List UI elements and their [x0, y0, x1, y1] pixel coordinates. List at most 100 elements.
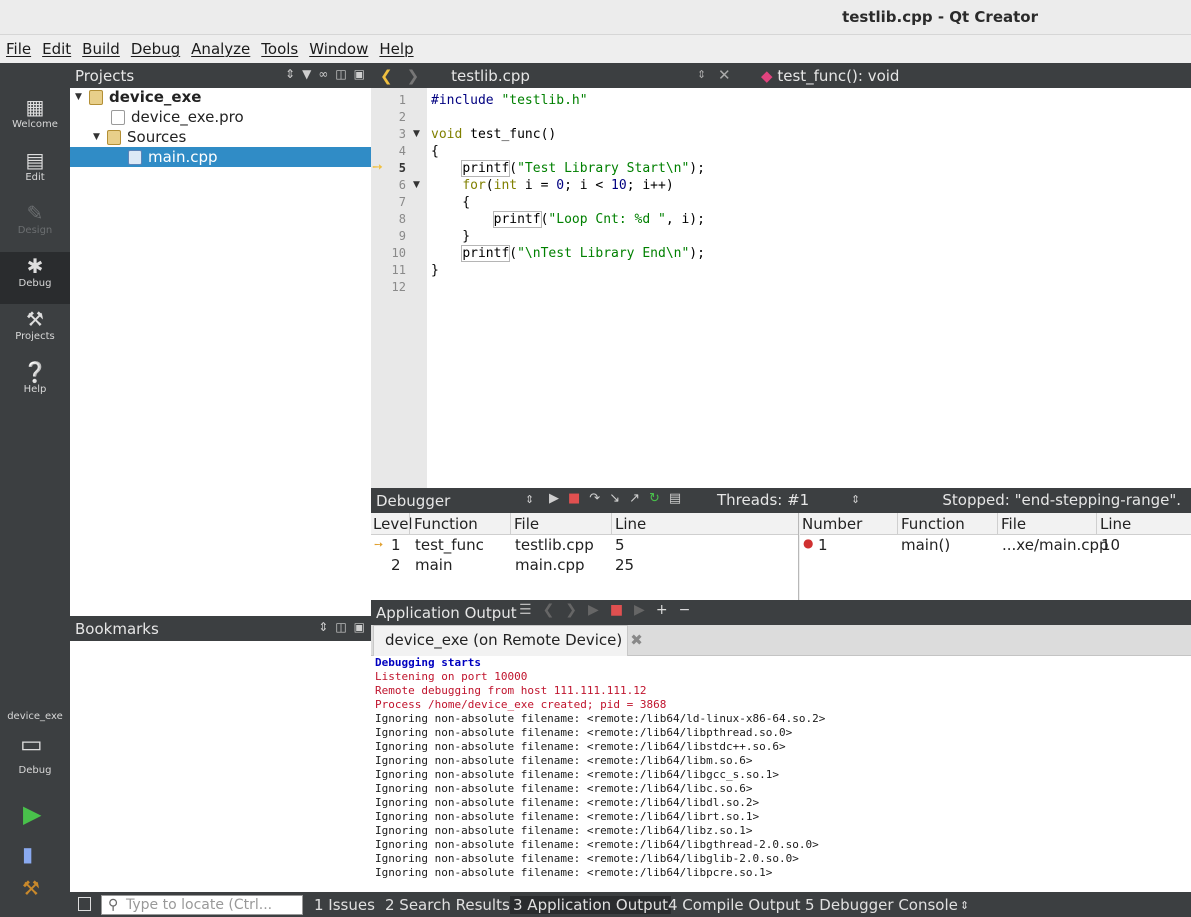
line-number: 3 [398, 127, 406, 141]
stack-cell[interactable]: 5 [615, 536, 625, 554]
fold-arrow-icon[interactable]: ▼ [413, 126, 420, 143]
menu-debug[interactable]: Debug [130, 40, 181, 58]
column-header[interactable]: Line [613, 515, 646, 533]
step-into-icon[interactable]: ↘ [609, 491, 620, 506]
menu-analyze[interactable]: Analyze [190, 40, 251, 58]
sort-icon[interactable]: ⇕ [318, 620, 328, 634]
mode-welcome[interactable]: ▦ Welcome [0, 93, 70, 145]
stack-cell[interactable]: 2 [391, 556, 401, 574]
debugger-status: Stopped: "end-stepping-range". [942, 491, 1181, 509]
continue-icon[interactable]: ▶ [549, 491, 559, 506]
restart-icon[interactable]: ↻ [649, 491, 660, 506]
tree-item-pro-file[interactable]: device_exe.pro [111, 107, 244, 127]
threads-dropdown-icon[interactable]: ⇕ [851, 493, 860, 506]
step-over-icon[interactable]: ↷ [589, 491, 600, 506]
stack-cell[interactable]: test_func [415, 536, 484, 554]
symbol-selector[interactable]: ◆ test_func(): void [761, 67, 899, 85]
code-line-3: void test_func() [431, 127, 557, 142]
column-header[interactable]: File [999, 515, 1026, 533]
close-panel-icon[interactable]: ▣ [354, 67, 365, 81]
breakpoint-cell[interactable]: 10 [1101, 536, 1120, 554]
mode-welcome-label: Welcome [12, 119, 58, 130]
stack-cell[interactable]: 25 [615, 556, 634, 574]
tab-issues[interactable]: 1 Issues [314, 896, 375, 914]
more-tabs-icon[interactable]: ⇕ [960, 899, 969, 912]
column-header[interactable]: File [512, 515, 539, 533]
clear-output-icon[interactable]: ☰ [519, 602, 532, 618]
build-hammer-button[interactable]: ⚒ [22, 876, 40, 900]
split-icon[interactable]: ◫ [335, 67, 346, 81]
breakpoint-cell[interactable]: main() [901, 536, 950, 554]
menu-build[interactable]: Build [81, 40, 121, 58]
step-out-icon[interactable]: ↗ [629, 491, 640, 506]
tab-compile-output[interactable]: 4 Compile Output [668, 896, 801, 914]
close-tab-icon[interactable]: ✖ [630, 631, 643, 649]
tab-search-results[interactable]: 2 Search Results [385, 896, 510, 914]
back-arrow-icon[interactable]: ❮ [380, 67, 393, 85]
help-icon: ❔ [22, 360, 48, 384]
tab-application-output[interactable]: 3 Application Output [510, 896, 671, 914]
menu-edit[interactable]: Edit [41, 40, 72, 58]
zoom-in-icon[interactable]: + [656, 602, 668, 618]
attach-icon[interactable]: ▶ [634, 602, 645, 618]
locator-input[interactable]: ⚲ Type to locate (Ctrl... [101, 895, 303, 915]
close-file-icon[interactable]: ✕ [718, 66, 731, 84]
tab-debugger-console[interactable]: 5 Debugger Console [805, 896, 958, 914]
mode-design[interactable]: ✎ Design [0, 199, 70, 251]
line-number: 9 [398, 229, 406, 243]
tree-item-sources[interactable]: ▼ Sources [93, 127, 186, 147]
mode-help[interactable]: ❔ Help [0, 358, 70, 410]
column-header[interactable]: Level [371, 515, 413, 533]
breakpoint-cell[interactable]: ...xe/main.cpp [1002, 536, 1109, 554]
threads-selector[interactable]: Threads: #1 [717, 491, 809, 509]
sort-icon[interactable]: ⇕ [285, 67, 295, 81]
cpp-file-icon [128, 149, 142, 165]
mode-edit[interactable]: ▤ Edit [0, 146, 70, 198]
next-item-icon[interactable]: ❯ [565, 602, 577, 618]
fold-arrow-icon[interactable]: ▼ [413, 177, 420, 194]
editor-file-name[interactable]: testlib.cpp [451, 67, 530, 85]
close-panel-icon[interactable]: ▣ [354, 620, 365, 634]
column-header[interactable]: Number [800, 515, 862, 533]
link-icon[interactable]: ∞ [318, 67, 328, 81]
stack-cell[interactable]: main.cpp [515, 556, 585, 574]
forward-arrow-icon[interactable]: ❯ [407, 67, 420, 85]
column-header[interactable]: Function [412, 515, 478, 533]
kit-build-config[interactable]: Debug [0, 765, 70, 776]
column-header[interactable]: Line [1098, 515, 1131, 533]
code-line-10: printf("\nTest Library End\n"); [461, 245, 705, 262]
line-number: 6 [398, 178, 406, 192]
stack-cell[interactable]: testlib.cpp [515, 536, 594, 554]
column-header[interactable]: Function [899, 515, 965, 533]
output-tab[interactable]: device_exe (on Remote Device) ✖ [373, 625, 643, 656]
run-button[interactable]: ▶ [23, 800, 41, 828]
stop-debugger-icon[interactable]: ■ [568, 491, 580, 506]
operate-by-instruction-icon[interactable]: ▤ [669, 491, 681, 506]
expand-arrow-icon[interactable]: ▼ [75, 92, 89, 102]
monitor-icon[interactable]: ▭ [20, 730, 43, 758]
menu-help[interactable]: Help [378, 40, 414, 58]
menu-file[interactable]: File [5, 40, 32, 58]
stop-icon[interactable]: ■ [610, 602, 623, 618]
split-icon[interactable]: ◫ [335, 620, 346, 634]
expand-arrow-icon[interactable]: ▼ [93, 132, 107, 142]
code-editor[interactable] [427, 88, 1191, 488]
mode-debug[interactable]: ✱ Debug [0, 252, 70, 304]
rerun-icon[interactable]: ▶ [588, 602, 599, 618]
prev-item-icon[interactable]: ❮ [543, 602, 555, 618]
stack-cell[interactable]: main [415, 556, 452, 574]
menu-window[interactable]: Window [308, 40, 369, 58]
perspective-dropdown-icon[interactable]: ⇕ [525, 493, 534, 506]
tree-item-device-exe[interactable]: ▼ device_exe [75, 87, 201, 107]
toggle-sidebar-icon[interactable] [78, 897, 91, 911]
line-number: 1 [398, 93, 406, 107]
zoom-out-icon[interactable]: − [679, 602, 691, 618]
filter-icon[interactable]: ▼ [302, 67, 311, 81]
menu-tools[interactable]: Tools [260, 40, 299, 58]
breakpoint-cell[interactable]: 1 [818, 536, 828, 554]
start-debugging-button[interactable]: ▮ [22, 842, 33, 866]
stack-cell[interactable]: 1 [391, 536, 401, 554]
tree-item-main-cpp[interactable]: main.cpp [70, 147, 371, 167]
file-dropdown-icon[interactable]: ⇕ [697, 68, 706, 81]
mode-projects[interactable]: ⚒ Projects [0, 305, 70, 357]
